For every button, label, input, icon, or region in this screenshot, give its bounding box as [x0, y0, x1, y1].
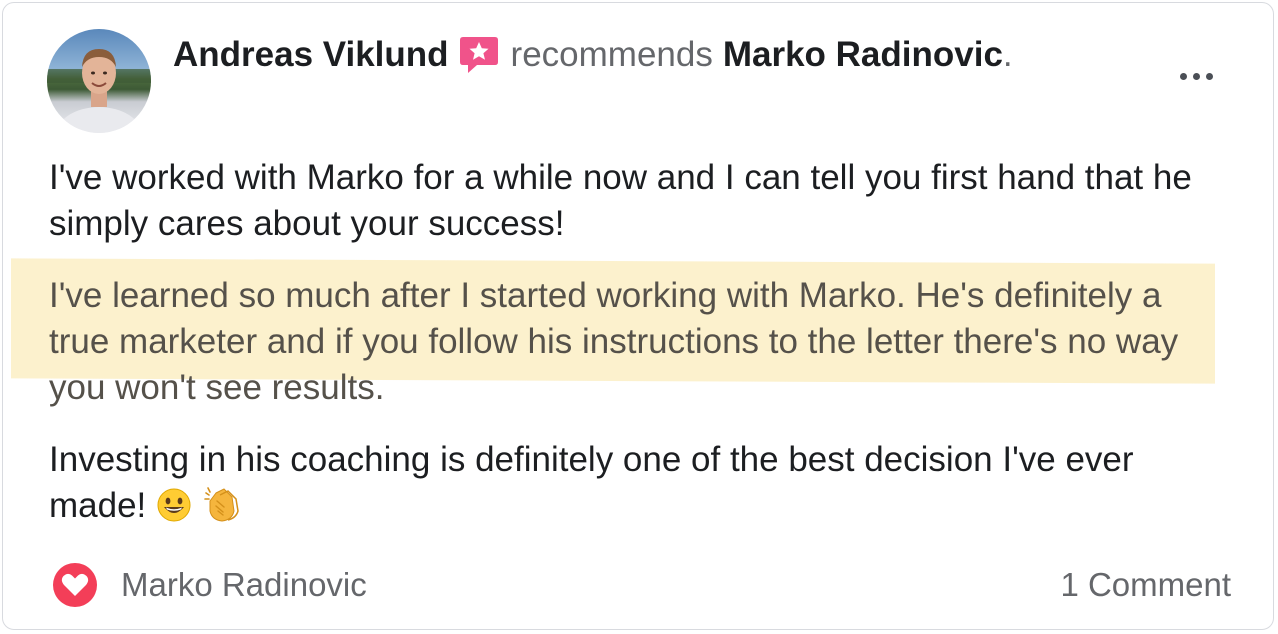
post-paragraph-2: I've learned so much after I started wor… [49, 276, 1179, 407]
recommendation-star-icon [457, 33, 501, 77]
comments-count-link[interactable]: 1 Comment [1060, 563, 1231, 607]
header-period: . [1002, 35, 1013, 74]
post-header: Andreas Viklund recommends Marko Radinov… [173, 33, 1013, 77]
author-name[interactable]: Andreas Viklund [173, 33, 449, 77]
clapping-hands-icon [202, 485, 242, 535]
recipient-name[interactable]: Marko Radinovic [723, 33, 1003, 77]
recommends-text: recommends [510, 35, 713, 74]
avatar-photo-icon [47, 49, 151, 133]
recommendation-post-card: Andreas Viklund recommends Marko Radinov… [2, 2, 1274, 630]
post-paragraph-1: I've worked with Marko for a while now a… [49, 158, 1192, 243]
post-paragraph-3: Investing in his coaching is definitely … [49, 437, 1229, 535]
avatar[interactable] [47, 29, 151, 133]
grinning-face-icon [156, 487, 192, 535]
heart-love-icon[interactable] [51, 561, 99, 609]
more-options-icon[interactable] [1171, 63, 1221, 89]
reactor-name[interactable]: Marko Radinovic [121, 563, 367, 607]
